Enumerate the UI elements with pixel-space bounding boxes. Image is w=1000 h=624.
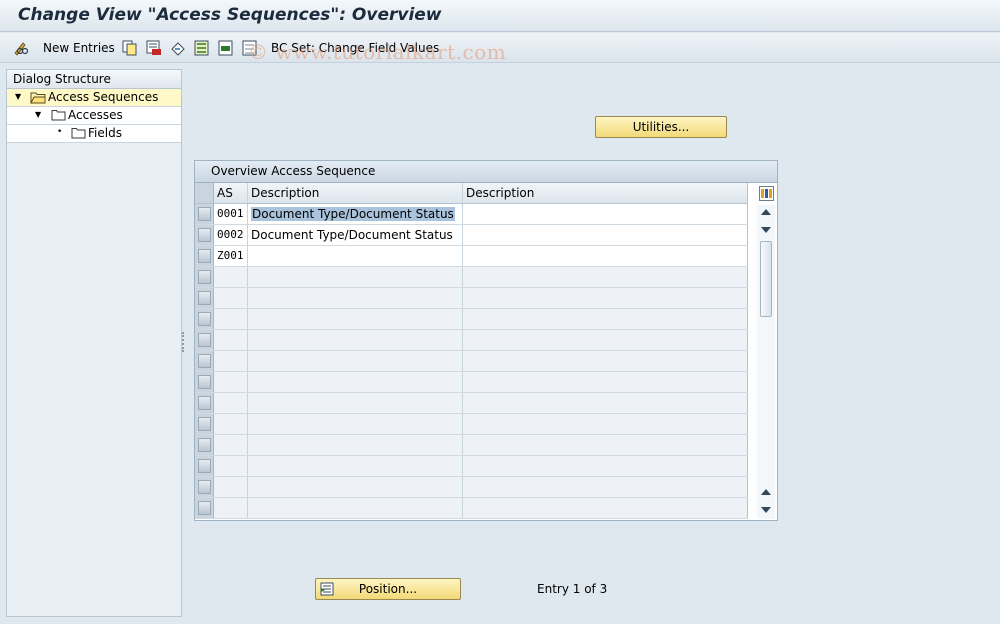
empty-row[interactable] bbox=[195, 309, 748, 330]
window-title: Change View "Access Sequences": Overview bbox=[18, 5, 442, 25]
dialog-structure-header: Dialog Structure bbox=[7, 70, 181, 89]
as-cell: 0001 bbox=[214, 204, 248, 224]
scrollbar-thumb[interactable] bbox=[760, 241, 772, 317]
position-icon bbox=[320, 582, 334, 599]
column-header-description[interactable]: Description bbox=[248, 183, 463, 203]
tree-item-accesses[interactable]: ▼ Accesses bbox=[7, 107, 181, 125]
row-selector[interactable] bbox=[195, 477, 214, 497]
row-selector[interactable] bbox=[195, 330, 214, 350]
description-cell[interactable]: Document Type/Document Status bbox=[248, 204, 463, 224]
table-grid: AS Description Description 0001 Document… bbox=[195, 183, 748, 519]
row-selector[interactable] bbox=[195, 351, 214, 371]
empty-row[interactable] bbox=[195, 267, 748, 288]
watermark: © www.tutorialkart.com bbox=[248, 40, 507, 64]
select-block-button[interactable] bbox=[218, 37, 234, 59]
expand-triangle-icon[interactable]: ▼ bbox=[35, 110, 41, 119]
select-all-button[interactable] bbox=[194, 37, 210, 59]
table-row[interactable]: 0001 Document Type/Document Status bbox=[195, 204, 748, 225]
description-cell[interactable]: Document Type/Document Status bbox=[248, 225, 463, 245]
undo-change-button[interactable] bbox=[170, 37, 186, 59]
table-title: Overview Access Sequence bbox=[195, 161, 777, 183]
entry-counter: Entry 1 of 3 bbox=[537, 582, 608, 596]
as-cell: Z001 bbox=[214, 246, 248, 266]
description-cell[interactable] bbox=[248, 246, 463, 266]
row-selector[interactable] bbox=[195, 246, 214, 266]
empty-row[interactable] bbox=[195, 393, 748, 414]
expand-triangle-icon[interactable]: ▼ bbox=[15, 92, 21, 101]
description-2-cell bbox=[463, 246, 748, 266]
row-selector[interactable] bbox=[195, 435, 214, 455]
tree-item-label: Accesses bbox=[68, 108, 123, 122]
row-selector[interactable] bbox=[195, 204, 214, 224]
position-button[interactable]: Position... bbox=[315, 578, 461, 600]
table-row[interactable]: Z001 bbox=[195, 246, 748, 267]
delete-button[interactable] bbox=[146, 37, 162, 59]
scroll-up-icon[interactable] bbox=[761, 209, 771, 215]
leaf-bullet-icon: • bbox=[57, 127, 63, 137]
dialog-structure-panel: Dialog Structure ▼ Access Sequences ▼ Ac… bbox=[6, 69, 182, 617]
copy-icon bbox=[122, 40, 138, 56]
utilities-label: Utilities... bbox=[632, 120, 690, 134]
title-bar: Change View "Access Sequences": Overview bbox=[0, 0, 1000, 32]
new-entries-button[interactable]: New Entries bbox=[43, 37, 115, 59]
selected-text: Document Type/Document Status bbox=[251, 207, 455, 221]
empty-row[interactable] bbox=[195, 330, 748, 351]
empty-row[interactable] bbox=[195, 498, 748, 519]
row-selector[interactable] bbox=[195, 288, 214, 308]
scroll-down-icon[interactable] bbox=[761, 507, 771, 513]
empty-row[interactable] bbox=[195, 435, 748, 456]
select-block-icon bbox=[218, 40, 234, 56]
tree-item-label: Fields bbox=[88, 126, 122, 140]
position-label: Position... bbox=[358, 582, 418, 596]
undo-icon bbox=[170, 40, 186, 56]
description-2-cell bbox=[463, 225, 748, 245]
scroll-page-up-icon[interactable] bbox=[761, 489, 771, 495]
empty-row[interactable] bbox=[195, 414, 748, 435]
empty-row[interactable] bbox=[195, 372, 748, 393]
column-header-as[interactable]: AS bbox=[214, 183, 248, 203]
pencil-glasses-icon bbox=[12, 40, 29, 56]
overview-table: Overview Access Sequence AS Description … bbox=[194, 160, 778, 521]
row-selector[interactable] bbox=[195, 498, 214, 518]
column-header-description-2[interactable]: Description bbox=[463, 183, 748, 203]
row-selector[interactable] bbox=[195, 267, 214, 287]
as-cell: 0002 bbox=[214, 225, 248, 245]
tree-item-fields[interactable]: • Fields bbox=[7, 125, 181, 143]
scroll-page-down-icon[interactable] bbox=[761, 227, 771, 233]
copy-as-button[interactable] bbox=[122, 37, 138, 59]
select-all-icon bbox=[194, 40, 210, 56]
empty-row[interactable] bbox=[195, 477, 748, 498]
column-configuration-icon[interactable] bbox=[759, 186, 774, 201]
tree-item-access-sequences[interactable]: ▼ Access Sequences bbox=[7, 89, 181, 107]
empty-row[interactable] bbox=[195, 456, 748, 477]
utilities-button[interactable]: Utilities... bbox=[595, 116, 727, 138]
toggle-display-change-button[interactable] bbox=[12, 37, 29, 59]
row-selector[interactable] bbox=[195, 456, 214, 476]
row-selector[interactable] bbox=[195, 309, 214, 329]
vertical-scrollbar[interactable] bbox=[757, 205, 775, 519]
row-selector[interactable] bbox=[195, 372, 214, 392]
folder-open-icon bbox=[30, 91, 46, 104]
row-selector[interactable] bbox=[195, 225, 214, 245]
empty-row[interactable] bbox=[195, 288, 748, 309]
table-row[interactable]: 0002 Document Type/Document Status bbox=[195, 225, 748, 246]
select-all-rows-cell[interactable] bbox=[195, 183, 214, 203]
folder-icon bbox=[71, 127, 86, 139]
folder-icon bbox=[51, 109, 66, 121]
description-2-cell bbox=[463, 204, 748, 224]
row-selector[interactable] bbox=[195, 414, 214, 434]
empty-row[interactable] bbox=[195, 351, 748, 372]
panel-splitter[interactable] bbox=[182, 332, 185, 352]
row-selector[interactable] bbox=[195, 393, 214, 413]
table-header-row: AS Description Description bbox=[195, 183, 748, 204]
tree-item-label: Access Sequences bbox=[48, 90, 159, 104]
delete-icon bbox=[146, 40, 162, 56]
new-entries-label: New Entries bbox=[43, 41, 115, 55]
